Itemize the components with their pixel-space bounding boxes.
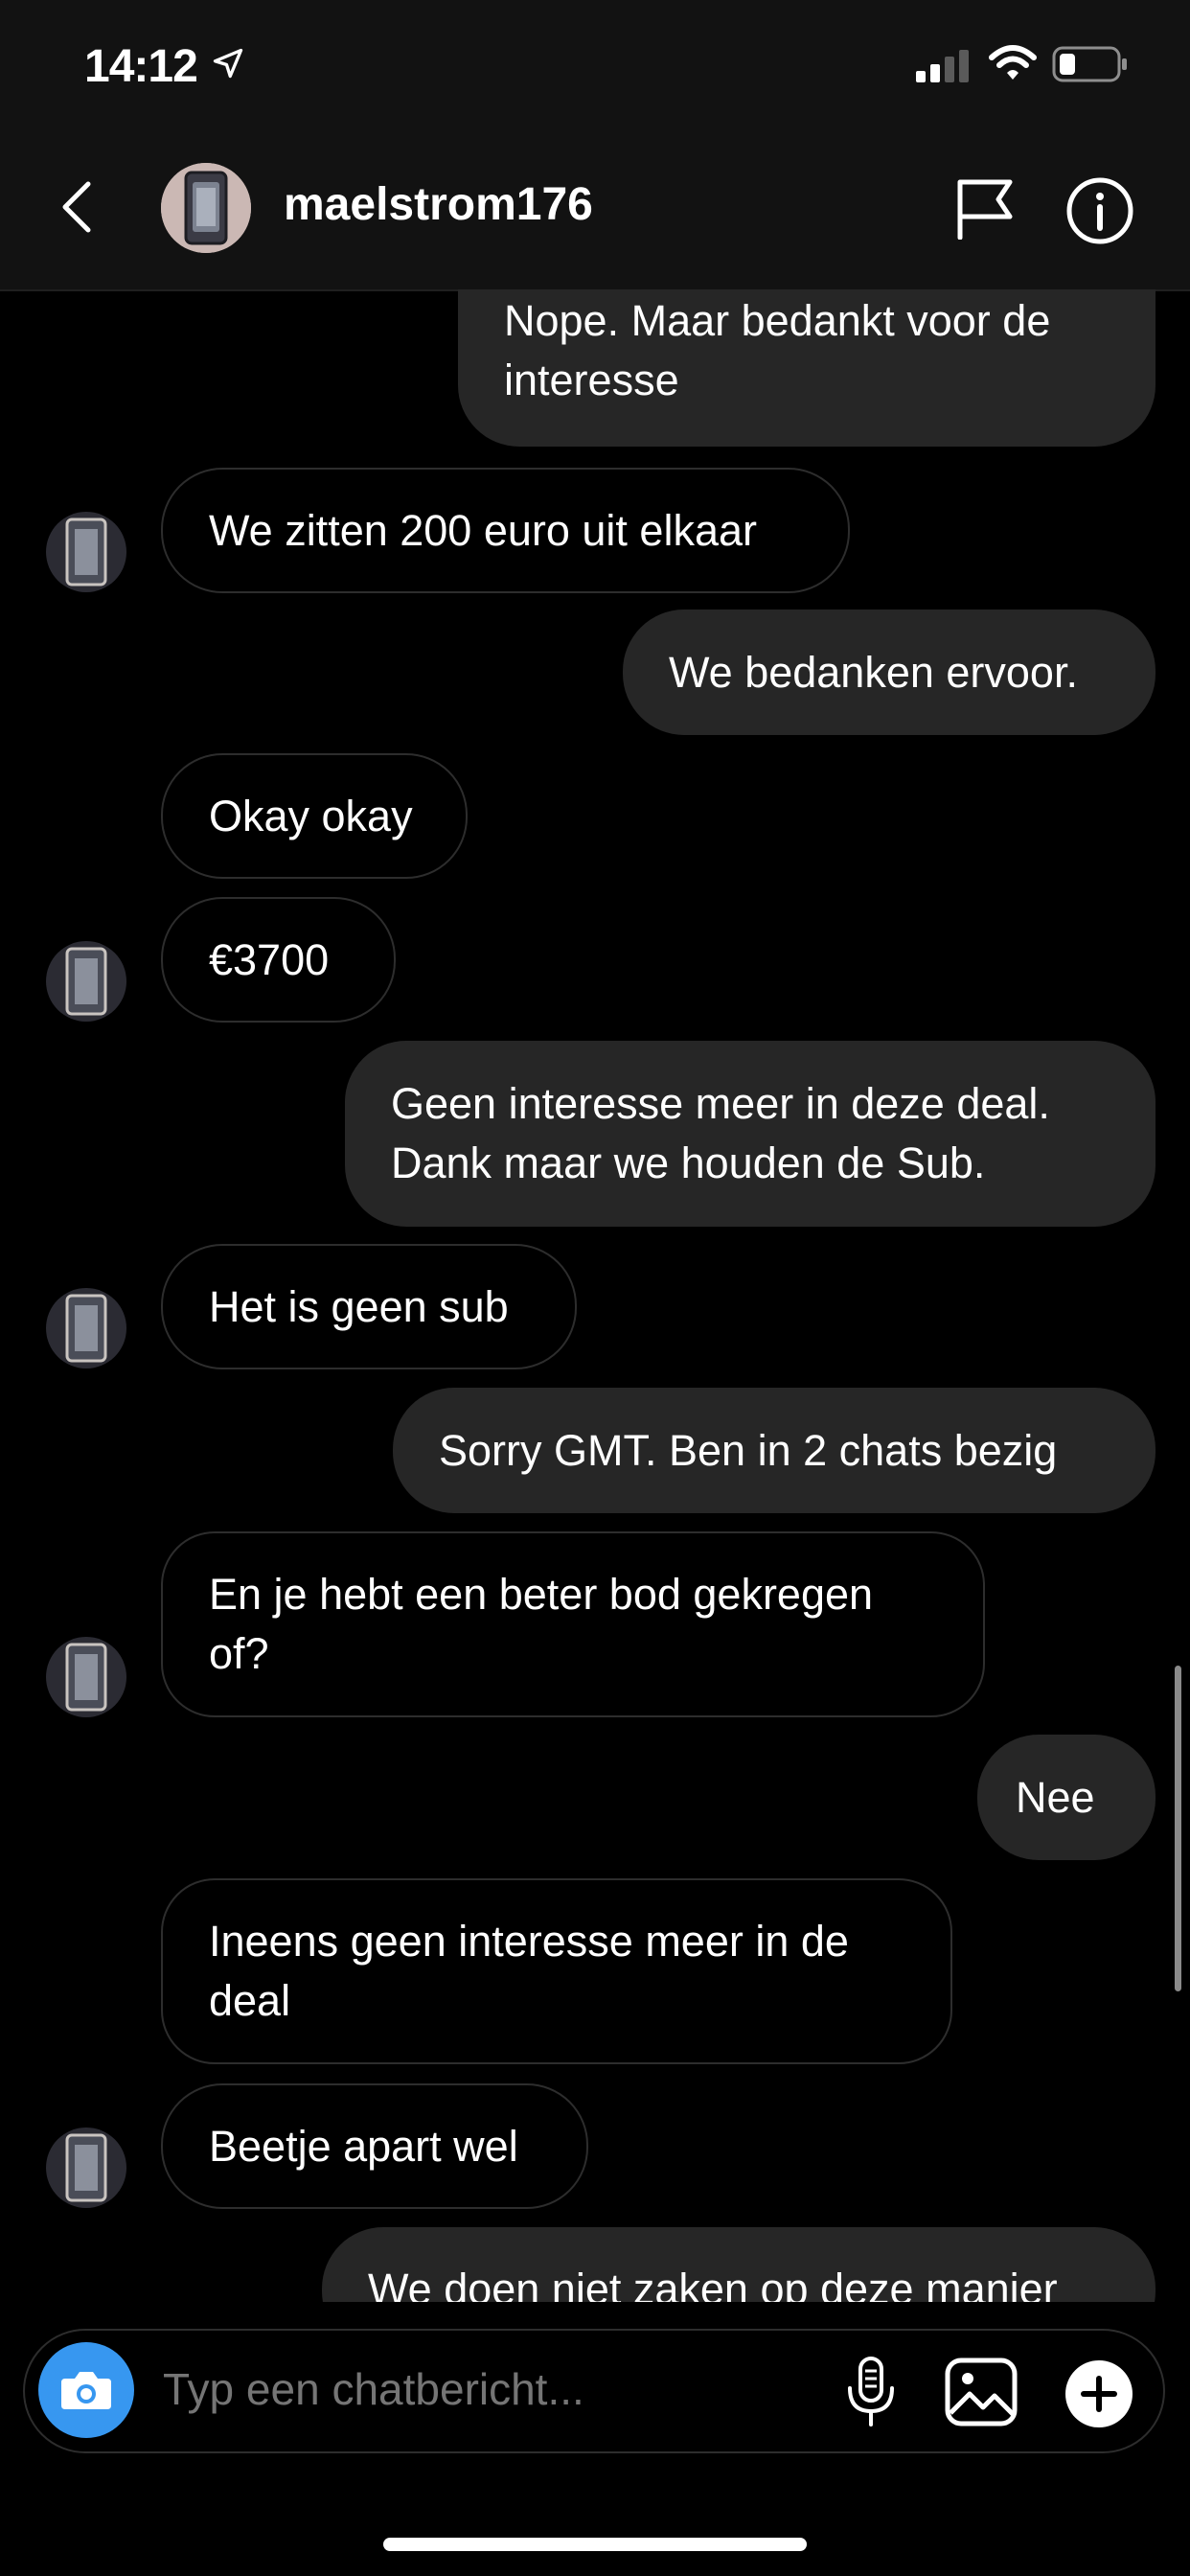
status-bar: 14:12 [0, 0, 1190, 125]
incoming-message[interactable]: We zitten 200 euro uit elkaar [161, 468, 850, 593]
sender-avatar[interactable] [46, 941, 126, 1022]
incoming-message[interactable]: Beetje apart wel [161, 2083, 588, 2209]
sender-avatar[interactable] [46, 1637, 126, 1717]
incoming-message[interactable]: Het is geen sub [161, 1244, 577, 1369]
chevron-left-icon[interactable] [57, 178, 96, 236]
info-icon[interactable] [1065, 176, 1134, 245]
outgoing-message[interactable]: Nee [977, 1735, 1156, 1860]
camera-icon [61, 2372, 111, 2409]
battery-icon [1052, 46, 1127, 82]
chat-username[interactable]: maelstrom176 [284, 178, 593, 231]
outgoing-message[interactable]: Sorry GMT. Ben in 2 chats bezig [393, 1388, 1156, 1513]
incoming-message[interactable]: €3700 [161, 897, 396, 1023]
plus-icon[interactable] [1064, 2359, 1133, 2428]
cellular-signal-icon [916, 50, 969, 82]
flag-icon[interactable] [954, 176, 1016, 240]
message-composer [23, 2329, 1165, 2453]
sender-avatar[interactable] [46, 512, 126, 592]
microphone-icon[interactable] [844, 2356, 898, 2428]
gallery-icon[interactable] [945, 2358, 1018, 2426]
incoming-message[interactable]: En je hebt een beter bod gekregen of? [161, 1531, 985, 1717]
status-time: 14:12 [84, 41, 198, 92]
chat-header: maelstrom176 [0, 125, 1190, 291]
wifi-icon [989, 45, 1037, 80]
camera-button[interactable] [38, 2342, 134, 2438]
outgoing-message[interactable]: We doen niet zaken op deze manier [322, 2227, 1156, 2302]
home-indicator[interactable] [383, 2538, 807, 2551]
sender-avatar[interactable] [46, 1288, 126, 1368]
outgoing-message[interactable]: Nope. Maar bedankt voor de interesse [458, 289, 1156, 447]
location-arrow-icon [213, 48, 243, 79]
message-list[interactable]: Nope. Maar bedankt voor de interesse We … [0, 289, 1190, 2302]
avatar[interactable] [161, 163, 251, 253]
incoming-message[interactable]: Ineens geen interesse meer in de deal [161, 1878, 952, 2064]
outgoing-message[interactable]: We bedanken ervoor. [623, 610, 1156, 735]
message-input[interactable] [163, 2363, 814, 2415]
incoming-message[interactable]: Okay okay [161, 753, 468, 879]
scroll-indicator[interactable] [1175, 1666, 1181, 1991]
sender-avatar[interactable] [46, 2128, 126, 2208]
outgoing-message[interactable]: Geen interesse meer in deze deal. Dank m… [345, 1041, 1156, 1227]
